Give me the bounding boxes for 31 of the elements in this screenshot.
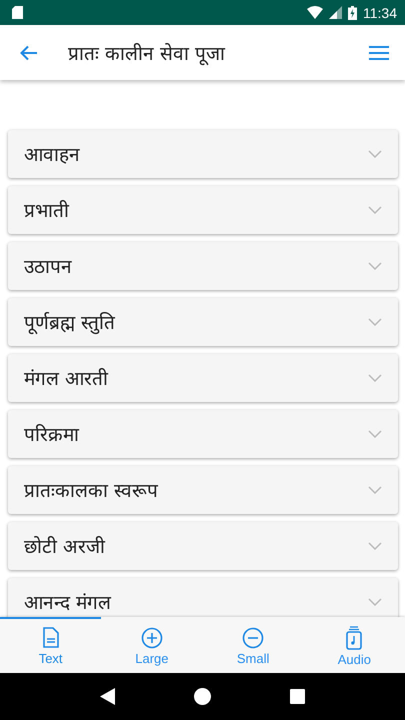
plus-circle-icon (140, 626, 163, 648)
page-title: प्रातः कालीन सेवा पूजा (68, 42, 226, 66)
battery-charging-icon (348, 6, 357, 20)
accordion-item[interactable]: प्रातःकालका स्वरूप (8, 466, 398, 514)
accordion-item[interactable]: छोटी अरजी (8, 522, 398, 570)
chevron-icon (368, 598, 382, 606)
chevron-icon (368, 206, 382, 214)
sd-card-icon (12, 6, 23, 19)
accordion-item[interactable]: पूर्णब्रह्म स्तुति (8, 298, 398, 346)
status-time: 11:34 (363, 4, 397, 20)
accordion-item[interactable]: उठापन (8, 242, 398, 290)
chevron-icon (368, 486, 382, 494)
home-icon[interactable] (194, 688, 211, 705)
back-icon[interactable] (100, 688, 115, 705)
chevron-icon (368, 430, 382, 438)
chevron-icon (368, 150, 382, 158)
accordion-item[interactable]: परिक्रमा (8, 410, 398, 458)
accordion-item[interactable]: आनन्द मंगल (8, 578, 398, 617)
chevron-icon (368, 318, 382, 326)
wifi-icon (307, 6, 323, 19)
document-icon (42, 626, 60, 648)
chevron-icon (368, 374, 382, 382)
accordion-item[interactable]: मंगल आरती (8, 354, 398, 402)
accordion-item[interactable]: प्रभाती (8, 186, 398, 234)
chevron-icon (368, 542, 382, 550)
minus-circle-icon (242, 626, 264, 648)
recents-icon[interactable] (290, 689, 306, 704)
accordion-item[interactable]: आवाहन (8, 130, 398, 178)
signal-icon (329, 6, 342, 19)
music-file-icon (345, 626, 364, 650)
chevron-icon (368, 262, 382, 270)
